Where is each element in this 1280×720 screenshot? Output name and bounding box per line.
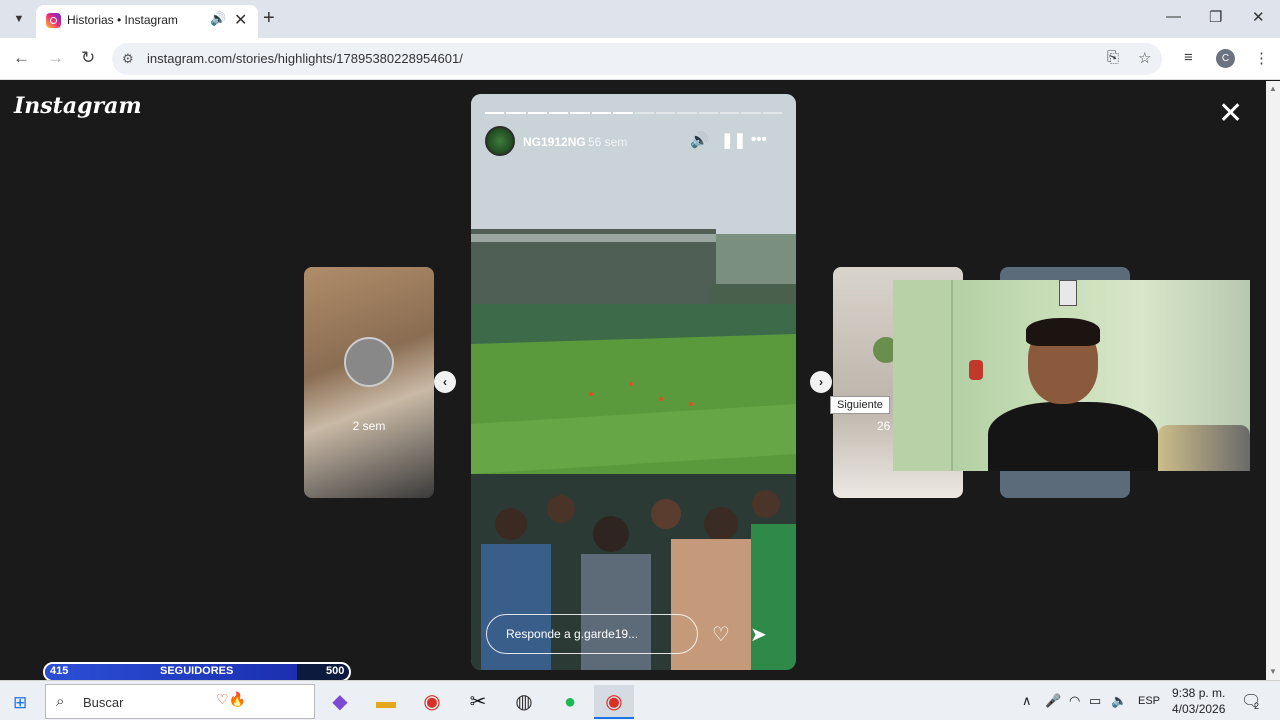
new-tab-button[interactable]: + [263, 7, 275, 30]
webcam-person-body [988, 402, 1158, 471]
obs-icon[interactable]: ◍ [504, 685, 544, 719]
pause-icon[interactable]: ❚❚ [721, 131, 746, 149]
followers-current: 415 [50, 665, 69, 677]
file-explorer-icon[interactable]: ▬ [366, 685, 406, 719]
story-progress-segment [485, 112, 505, 114]
tab-close-icon[interactable]: ✕ [234, 10, 247, 30]
clock-time[interactable]: 9:38 p. m. [1172, 686, 1225, 700]
main-story[interactable]: NG1912NG 56 sem 🔊 ❚❚ ••• Responde a g.ga… [471, 94, 796, 670]
page-scrollbar[interactable]: ▲ ▼ [1266, 81, 1280, 680]
wifi-icon[interactable]: ◠ [1069, 693, 1080, 709]
search-placeholder: Buscar [83, 695, 124, 710]
story-progress-segment [570, 112, 590, 114]
minimize-icon[interactable]: — [1166, 8, 1181, 25]
reply-placeholder: Responde a g.garde19... [506, 627, 639, 641]
like-heart-icon[interactable]: ♡ [712, 622, 730, 647]
story-progress-segment [506, 112, 526, 114]
site-info-icon[interactable]: ⚙ [122, 51, 134, 67]
story-thumbnail-image [344, 337, 394, 387]
story-progress-segment [677, 112, 697, 114]
install-app-icon[interactable]: ⎘ [1107, 49, 1119, 66]
followers-label: SEGUIDORES [160, 665, 234, 677]
windows-start-icon[interactable]: ⊞ [13, 693, 27, 713]
story-progress-segment [527, 112, 548, 114]
url-text[interactable]: instagram.com/stories/highlights/1789538… [147, 51, 463, 66]
story-username[interactable]: NG1912NG [523, 135, 586, 149]
story-progress-segment [741, 112, 761, 114]
reload-icon[interactable]: ↻ [81, 48, 95, 68]
search-icon: ⌕ [56, 693, 65, 710]
story-author-avatar[interactable] [485, 126, 515, 156]
webcam-background-items [1158, 425, 1250, 471]
instagram-logo[interactable]: Instagram [14, 93, 142, 119]
story-progress-segment [719, 112, 740, 114]
volume-icon[interactable]: 🔊 [690, 131, 709, 149]
previous-story-time: 2 sem [352, 419, 386, 433]
story-progress-segment [762, 112, 783, 114]
next-story-time: 26 [877, 419, 891, 433]
bookmark-star-icon[interactable]: ☆ [1138, 49, 1151, 67]
notification-count: 2 [1254, 701, 1260, 711]
restore-icon[interactable]: ❐ [1209, 8, 1222, 26]
followers-goal: 500 [326, 665, 345, 677]
tab-instagram-stories[interactable]: Historias • Instagram 🔊 ✕ [36, 5, 258, 38]
close-stories-icon[interactable]: ✕ [1218, 99, 1243, 129]
back-arrow-icon[interactable]: ← [13, 48, 30, 68]
story-progress-segment [549, 112, 569, 114]
forward-arrow-icon[interactable]: → [47, 48, 64, 68]
speaker-icon[interactable]: 🔈 [1111, 693, 1127, 709]
webcam-poster [1059, 280, 1077, 306]
tab-strip: ▼ Historias • Instagram 🔊 ✕ + — ❐ ✕ [0, 0, 1280, 38]
tray-overflow-chevron-icon[interactable]: ∧ [1022, 693, 1032, 709]
previous-story-card[interactable]: 2 sem [304, 267, 434, 498]
reply-input[interactable]: Responde a g.garde19... [486, 614, 698, 654]
language-indicator[interactable]: ESP [1138, 695, 1160, 707]
scroll-down-icon[interactable]: ▼ [1269, 667, 1277, 676]
clock-date[interactable]: 4/03/2026 [1172, 702, 1225, 716]
window-close-icon[interactable]: ✕ [1252, 8, 1265, 26]
copilot-icon[interactable]: ◆ [320, 685, 360, 719]
address-bar: ← → ↻ ⚙ instagram.com/stories/highlights… [0, 38, 1280, 80]
previous-story-chevron-icon[interactable]: ‹ [434, 371, 456, 393]
stadium-photo [471, 94, 796, 670]
webcam-person-hair [1026, 318, 1100, 346]
menu-kebab-icon[interactable]: ⋮ [1254, 49, 1269, 67]
audio-playing-icon[interactable]: 🔊 [210, 11, 226, 27]
chrome-icon[interactable]: ◉ [412, 685, 452, 719]
omnibox[interactable]: ⚙ instagram.com/stories/highlights/17895… [112, 43, 1162, 75]
taskbar-search[interactable]: ⌕ Buscar ♡🔥 [45, 684, 315, 719]
story-progress-segment [591, 112, 612, 114]
capcut-icon[interactable]: ✂ [458, 685, 498, 719]
tab-search-chevron-icon[interactable]: ▼ [8, 8, 30, 30]
webcam-door [893, 280, 953, 471]
story-progress-segment [655, 112, 676, 114]
webcam-overlay [893, 280, 1250, 471]
story-progress-segment [613, 112, 633, 114]
story-progress-bar [485, 112, 783, 114]
instagram-favicon-icon [46, 13, 61, 28]
chrome-active-icon[interactable]: ◉ [594, 685, 634, 719]
share-send-icon[interactable]: ➤ [750, 622, 767, 647]
heart-fire-icon: ♡🔥 [216, 691, 246, 707]
story-time: 56 sem [588, 135, 628, 149]
tab-title: Historias • Instagram [67, 13, 178, 27]
story-progress-segment [634, 112, 654, 114]
followers-goal-bar: 415 SEGUIDORES 500 [43, 662, 351, 682]
next-story-chevron-icon[interactable]: › [810, 371, 832, 393]
media-controls-icon[interactable]: ≡ [1184, 49, 1193, 66]
windows-taskbar: ⊞ ⌕ Buscar ♡🔥 ◆ ▬ ◉ ✂ ◍ ● ◉ ∧ 🎤 ◠ ▭ 🔈 ES… [0, 680, 1280, 720]
scroll-up-icon[interactable]: ▲ [1269, 84, 1277, 93]
spotify-icon[interactable]: ● [550, 685, 590, 719]
profile-avatar[interactable]: C [1216, 49, 1235, 68]
microphone-icon[interactable]: 🎤 [1045, 693, 1061, 709]
more-options-icon[interactable]: ••• [751, 131, 767, 148]
next-tooltip: Siguiente [830, 396, 890, 414]
story-progress-segment [698, 112, 718, 114]
battery-icon[interactable]: ▭ [1089, 693, 1101, 709]
webcam-toy [969, 360, 983, 380]
